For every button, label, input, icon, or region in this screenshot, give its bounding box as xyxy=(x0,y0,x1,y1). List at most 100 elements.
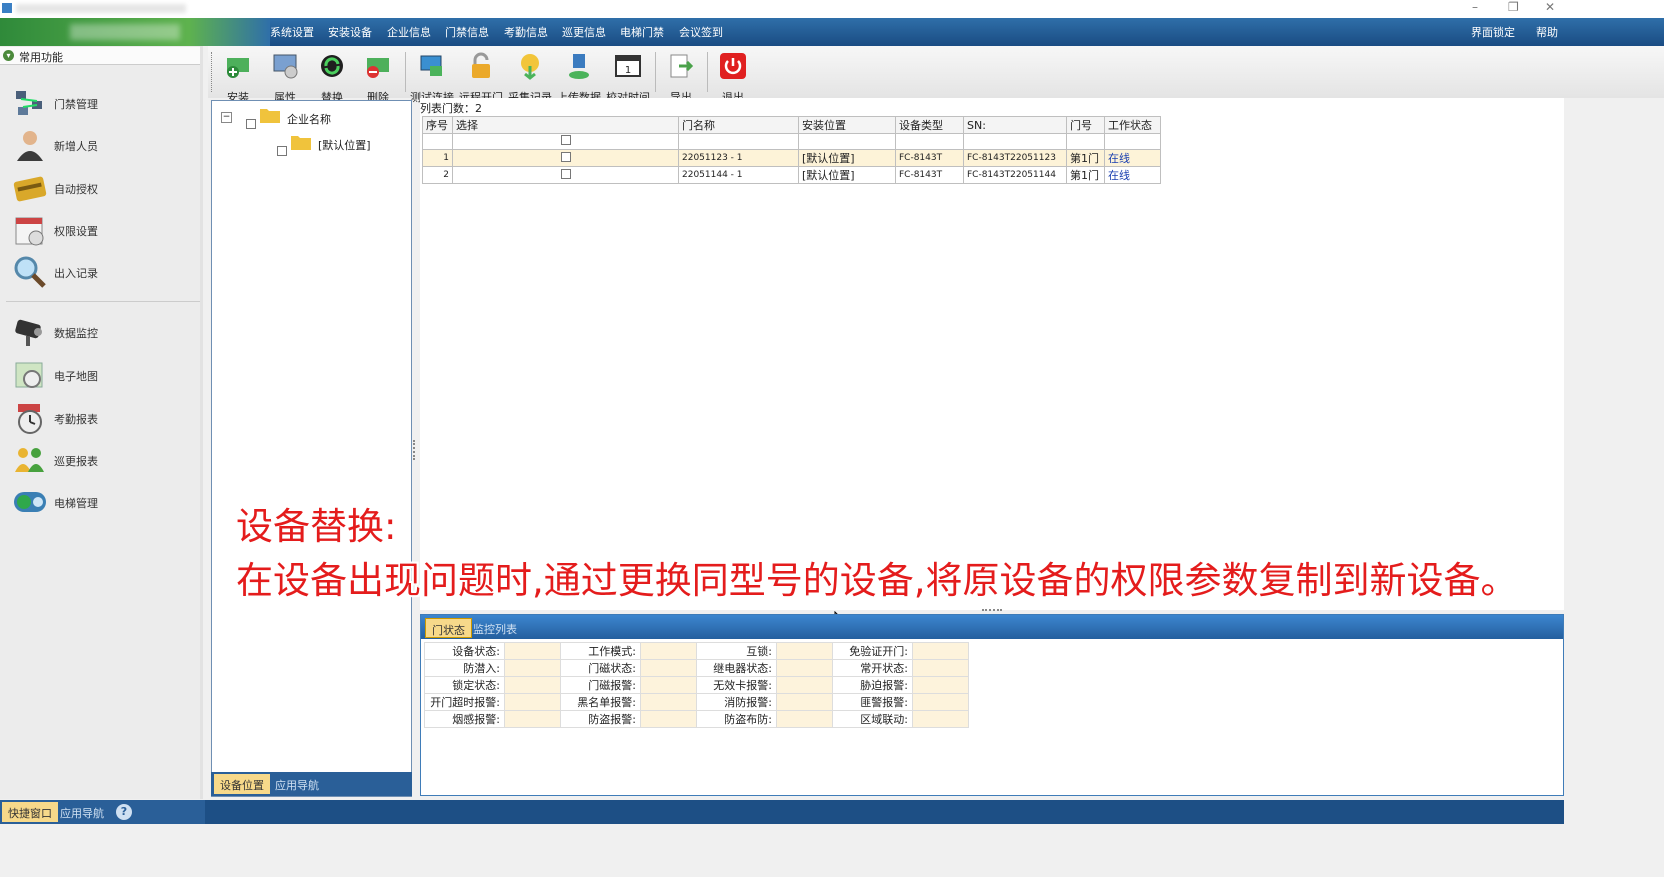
exit-button[interactable]: 退出 xyxy=(709,50,757,104)
logo-text-blurred xyxy=(70,24,180,40)
menu-system-settings[interactable]: 系统设置 xyxy=(270,24,314,40)
table-row[interactable]: 1 22051123 - 1 [默认位置] FC-8143T FC-8143T2… xyxy=(422,149,1161,167)
remote-open-button[interactable]: 远程开门 xyxy=(457,50,505,104)
tab-monitor-list[interactable]: 监控列表 xyxy=(467,618,523,638)
menu-company-info[interactable]: 企业信息 xyxy=(387,24,431,40)
test-connection-icon xyxy=(420,55,442,76)
status-value xyxy=(776,710,833,728)
status-label: 开门超时报警: xyxy=(424,693,505,711)
status-value xyxy=(504,659,561,677)
delete-button[interactable]: 删除 xyxy=(354,50,402,104)
status-value xyxy=(912,642,969,660)
sidebar-item-patrol-report[interactable]: 巡更报表 xyxy=(10,440,190,480)
status-label: 常开状态: xyxy=(832,659,913,677)
export-button[interactable]: 导出 xyxy=(657,50,705,104)
collapse-icon[interactable]: ▾ xyxy=(3,50,14,61)
status-label: 门磁报警: xyxy=(560,676,641,694)
cell-device-type: FC-8143T xyxy=(895,166,964,184)
status-value xyxy=(776,642,833,660)
tutorial-caption: 设备替换: 在设备出现问题时,通过更换同型号的设备,将原设备的权限参数复制到新设… xyxy=(236,500,1518,608)
sidebar-item-label: 出入记录 xyxy=(54,267,98,280)
upload-data-button[interactable]: 上传数据 xyxy=(555,50,603,104)
status-label: 匪警报警: xyxy=(832,693,913,711)
status-value xyxy=(912,659,969,677)
filter-cell xyxy=(895,133,964,150)
col-sn[interactable]: SN: xyxy=(963,116,1067,134)
row-checkbox[interactable] xyxy=(560,168,571,179)
sidebar-item-electronic-map[interactable]: 电子地图 xyxy=(10,355,190,395)
sidebar-item-attendance-report[interactable]: 考勤报表 xyxy=(10,398,190,438)
tab-device-location[interactable]: 设备位置 xyxy=(214,774,270,794)
menu-help[interactable]: 帮助 xyxy=(1536,24,1558,40)
network-icon xyxy=(16,91,42,115)
tab-door-status[interactable]: 门状态 xyxy=(425,618,472,638)
splitter-handle[interactable] xyxy=(413,440,416,460)
tree-child-label[interactable]: [默认位置] xyxy=(318,137,371,153)
tree-root-checkbox[interactable] xyxy=(246,119,256,129)
col-door-no[interactable]: 门号 xyxy=(1066,116,1105,134)
sidebar-item-label: 自动授权 xyxy=(54,183,98,196)
sidebar-item-add-person[interactable]: 新增人员 xyxy=(10,125,190,165)
card-icon xyxy=(13,176,47,202)
sidebar-item-access-control[interactable]: 门禁管理 xyxy=(10,83,190,123)
col-index[interactable]: 序号 xyxy=(422,116,453,134)
restore-button[interactable]: ❐ xyxy=(1508,0,1519,14)
col-select[interactable]: 选择 xyxy=(452,116,679,134)
sidebar-item-permission-settings[interactable]: 权限设置 xyxy=(10,210,190,250)
calendar-icon xyxy=(15,217,44,246)
cell-door-no: 第1门 xyxy=(1066,149,1105,167)
collect-records-button[interactable]: 采集记录 xyxy=(506,50,554,104)
sidebar-item-elevator-management[interactable]: 电梯管理 xyxy=(10,482,190,522)
tree-root-label[interactable]: 企业名称 xyxy=(287,111,331,127)
minimize-button[interactable]: – xyxy=(1472,0,1478,14)
install-icon xyxy=(227,58,249,78)
sidebar-item-access-records[interactable]: 出入记录 xyxy=(10,252,190,292)
cell-index: 1 xyxy=(422,149,453,167)
map-icon xyxy=(15,362,43,388)
row-checkbox[interactable] xyxy=(560,151,571,162)
install-button[interactable]: 安装 xyxy=(214,50,262,104)
col-device-type[interactable]: 设备类型 xyxy=(895,116,964,134)
replace-button[interactable]: 替换 xyxy=(308,50,356,104)
sidebar-header[interactable]: ▾ 常用功能 xyxy=(0,47,200,65)
tab-app-nav[interactable]: 应用导航 xyxy=(269,774,325,794)
menu-meeting-checkin[interactable]: 会议签到 xyxy=(679,24,723,40)
menu-attendance-info[interactable]: 考勤信息 xyxy=(504,24,548,40)
cell-location: [默认位置] xyxy=(798,149,896,167)
app-icon xyxy=(2,3,12,13)
col-door-name[interactable]: 门名称 xyxy=(678,116,799,134)
menu-install-device[interactable]: 安装设备 xyxy=(328,24,372,40)
filter-cell xyxy=(963,133,1067,150)
tab-quick-window[interactable]: 快捷窗口 xyxy=(2,802,58,822)
select-all-checkbox[interactable] xyxy=(560,135,571,145)
sidebar-item-auto-authorize[interactable]: 自动授权 xyxy=(10,168,190,208)
col-location[interactable]: 安装位置 xyxy=(798,116,896,134)
status-row: 防潜入: 门磁状态: 继电器状态: 常开状态: xyxy=(424,659,969,677)
menu-lock-ui[interactable]: 界面锁定 xyxy=(1471,24,1515,40)
help-icon[interactable]: ? xyxy=(116,804,132,820)
status-value xyxy=(912,710,969,728)
tree-child-checkbox[interactable] xyxy=(277,146,287,156)
camera-icon xyxy=(15,319,42,346)
collapse-toggle[interactable]: − xyxy=(221,112,232,123)
menu-elevator-access[interactable]: 电梯门禁 xyxy=(620,24,664,40)
test-connection-button[interactable]: 测试连接 xyxy=(408,50,456,104)
properties-button[interactable]: 属性 xyxy=(261,50,309,104)
status-bar-right xyxy=(205,800,1564,824)
col-work-status[interactable]: 工作状态 xyxy=(1104,116,1161,134)
list-count: 列表门数：2 xyxy=(420,102,482,115)
tab-app-nav-bottom[interactable]: 应用导航 xyxy=(54,802,110,822)
menu-access-info[interactable]: 门禁信息 xyxy=(445,24,489,40)
status-label: 继电器状态: xyxy=(696,659,777,677)
sync-time-button[interactable]: 1 校对时间 xyxy=(604,50,652,104)
close-button[interactable]: ✕ xyxy=(1545,0,1555,14)
status-value xyxy=(640,693,697,711)
cell-select xyxy=(452,149,679,167)
horizontal-splitter-handle[interactable] xyxy=(982,609,1002,613)
table-row[interactable]: 2 22051144 - 1 [默认位置] FC-8143T FC-8143T2… xyxy=(422,166,1161,184)
status-row: 开门超时报警: 黑名单报警: 消防报警: 匪警报警: xyxy=(424,693,969,711)
replace-icon xyxy=(321,55,343,77)
menu-patrol-info[interactable]: 巡更信息 xyxy=(562,24,606,40)
unlock-icon xyxy=(472,52,490,78)
sidebar-item-data-monitor[interactable]: 数据监控 xyxy=(10,312,190,352)
